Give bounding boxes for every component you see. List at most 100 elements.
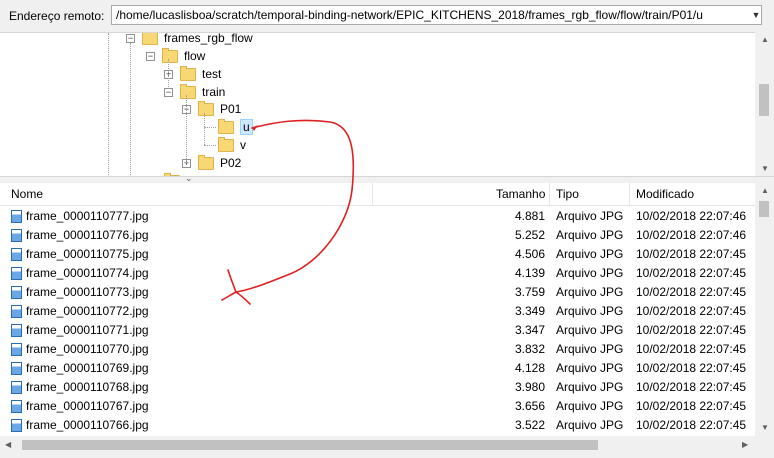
file-name-cell: frame_0000110774.jpg [11,266,149,280]
file-name: frame_0000110775.jpg [26,247,149,261]
file-modified: 10/02/2018 22:07:45 [636,266,747,280]
scroll-down-icon[interactable]: ▼ [761,423,769,432]
file-row[interactable]: frame_0000110772.jpg 3.349 Arquivo JPG 10/0… [0,301,755,320]
tree-connector [130,43,131,177]
file-row[interactable]: frame_0000110775.jpg 4.506 Arquivo JPG 10/0… [0,244,755,263]
list-vertical-scrollbar[interactable]: ▲ ▼ [755,183,774,437]
tree-node-frames-rgb-flow[interactable]: − frames_rgb_flow [126,32,253,47]
file-name: frame_0000110770.jpg [26,342,149,356]
file-row[interactable]: frame_0000110766.jpg 3.522 Arquivo JPG 10/0… [0,415,755,434]
file-type: Arquivo JPG [556,247,624,261]
file-name-cell: frame_0000110776.jpg [11,228,149,242]
file-type: Arquivo JPG [556,285,624,299]
scroll-right-icon[interactable]: ▶ [742,440,748,449]
tree-connector [186,95,187,163]
jpg-file-icon [11,266,22,280]
column-header-type[interactable]: Tipo [556,187,579,201]
file-name-cell: frame_0000110770.jpg [11,342,149,356]
scroll-up-icon[interactable]: ▲ [761,35,769,44]
file-modified: 10/02/2018 22:07:45 [636,380,747,394]
jpg-file-icon [11,285,22,299]
column-header-size[interactable]: Tamanho [496,187,545,201]
folder-icon [180,65,196,81]
file-type: Arquivo JPG [556,399,624,413]
file-modified: 10/02/2018 22:07:45 [636,418,747,432]
folder-icon [218,118,234,134]
column-header-name[interactable]: Nome [11,187,43,201]
file-size: 5.252 [514,228,545,242]
tree-node-label: P02 [220,156,242,170]
file-name-cell: frame_0000110772.jpg [11,304,149,318]
file-row[interactable]: frame_0000110770.jpg 3.832 Arquivo JPG 10/0… [0,339,755,358]
file-name: frame_0000110773.jpg [26,285,149,299]
scroll-left-icon[interactable]: ◀ [5,440,11,449]
file-name: frame_0000110772.jpg [26,304,149,318]
jpg-file-icon [11,361,22,375]
tree-node-label: train [202,85,226,99]
file-row[interactable]: frame_0000110768.jpg 3.980 Arquivo JPG 10/0… [0,377,755,396]
file-row[interactable]: frame_0000110769.jpg 4.128 Arquivo JPG 10/0… [0,358,755,377]
jpg-file-icon [11,323,22,337]
remote-address-input[interactable]: /home/lucaslisboa/scratch/temporal-bindi… [111,5,762,25]
file-name: frame_0000110771.jpg [26,323,149,337]
file-row[interactable]: frame_0000110771.jpg 3.347 Arquivo JPG 10/0… [0,320,755,339]
file-modified: 10/02/2018 22:07:45 [636,323,747,337]
file-name: frame_0000110767.jpg [26,399,149,413]
column-divider[interactable] [629,183,630,205]
address-label: Endereço remoto: [9,9,105,23]
jpg-file-icon [11,342,22,356]
file-size: 4.506 [514,247,545,261]
tree-node-label: test [202,67,222,81]
address-dropdown-icon[interactable]: ▼ [750,6,762,24]
tree-connector [168,59,169,89]
column-divider[interactable] [549,183,550,205]
file-row[interactable]: frame_0000110774.jpg 4.139 Arquivo JPG 10/0… [0,263,755,282]
file-name-cell: frame_0000110769.jpg [11,361,149,375]
file-row[interactable]: frame_0000110777.jpg 4.881 Arquivo JPG 10/0… [0,206,755,225]
file-row[interactable]: frame_0000110767.jpg 3.656 Arquivo JPG 10/0… [0,396,755,415]
column-header-modified[interactable]: Modificado [636,187,694,201]
tree-node-label: frames_rgb_flow [164,32,253,45]
jpg-file-icon [11,304,22,318]
scroll-down-icon[interactable]: ▼ [761,164,769,173]
folder-icon [198,100,214,116]
tree-node-v[interactable]: v [218,136,246,154]
file-name-cell: frame_0000110767.jpg [11,399,149,413]
scroll-up-icon[interactable]: ▲ [761,186,769,195]
column-divider[interactable] [372,183,373,205]
tree-node-test[interactable]: + test [164,65,221,83]
address-bar: Endereço remoto: /home/lucaslisboa/scrat… [0,0,774,32]
file-type: Arquivo JPG [556,266,624,280]
file-size: 4.128 [514,361,545,375]
file-name-cell: frame_0000110766.jpg [11,418,149,432]
tree-node-p01[interactable]: − P01 [182,100,241,118]
file-size: 3.759 [514,285,545,299]
tree-node-label: v [240,138,246,152]
file-modified: 10/02/2018 22:07:45 [636,285,747,299]
collapse-icon[interactable]: − [126,33,135,43]
file-modified: 10/02/2018 22:07:46 [636,228,747,242]
tree-node-u[interactable]: u [218,118,253,136]
file-modified: 10/02/2018 22:07:45 [636,247,747,261]
file-modified: 10/02/2018 22:07:45 [636,399,747,413]
folder-icon [142,33,158,45]
file-row[interactable]: frame_0000110776.jpg 5.252 Arquivo JPG 10/0… [0,225,755,244]
file-size: 3.347 [514,323,545,337]
tree-node-train[interactable]: − train [164,83,225,101]
list-scroll-thumb[interactable] [759,201,769,217]
tree-connector [204,145,216,146]
collapse-icon[interactable]: − [146,51,155,61]
list-header: Nome Tamanho Tipo Modificado [0,183,755,206]
tree-guide-line [108,33,109,177]
jpg-file-icon [11,399,22,413]
file-row[interactable]: frame_0000110773.jpg 3.759 Arquivo JPG 10/0… [0,282,755,301]
tree-node-p02[interactable]: + P02 [182,154,241,172]
file-type: Arquivo JPG [556,209,624,223]
jpg-file-icon [11,418,22,432]
file-modified: 10/02/2018 22:07:45 [636,361,747,375]
tree-scroll-thumb[interactable] [759,84,769,116]
horizontal-scroll-thumb[interactable] [22,440,598,450]
jpg-file-icon [11,209,22,223]
tree-node-flow[interactable]: − flow [146,47,205,65]
file-size: 3.980 [514,380,545,394]
